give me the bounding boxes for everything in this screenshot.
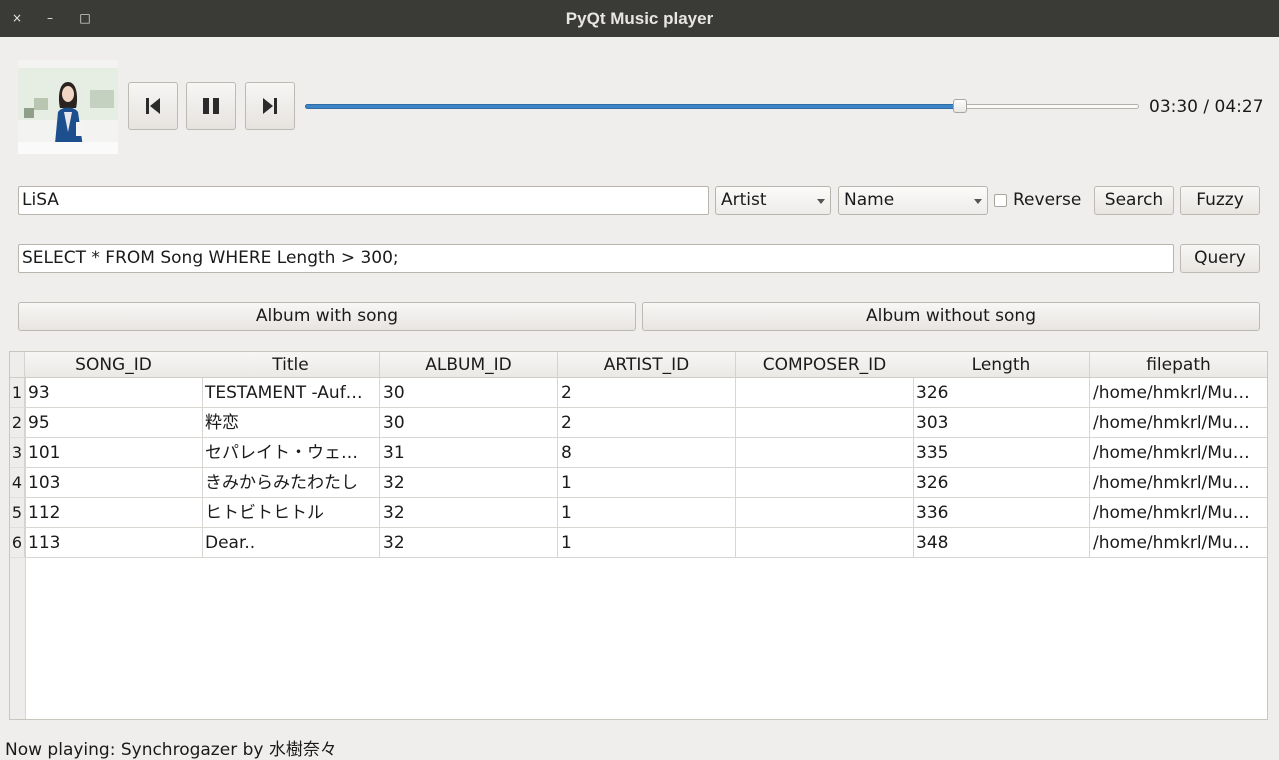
- table-cell[interactable]: 348: [913, 528, 1090, 558]
- skip-forward-icon: [263, 98, 277, 114]
- row-number[interactable]: 5: [10, 498, 25, 528]
- table-row[interactable]: 4 103 きみからみたわたし 32 1 326/home/hmkrl/Mu…: [10, 468, 1267, 498]
- table-cell[interactable]: [736, 438, 914, 468]
- table-cell[interactable]: 粋恋: [202, 408, 380, 438]
- sort-field-combo-value: Name: [844, 190, 895, 210]
- search-input[interactable]: LiSA: [18, 186, 709, 215]
- table-cell[interactable]: 32: [380, 498, 558, 528]
- chevron-down-icon: [974, 199, 982, 204]
- table-cell[interactable]: [736, 408, 914, 438]
- table-cell[interactable]: Dear..: [202, 528, 380, 558]
- table-cell[interactable]: /home/hmkrl/Mu…: [1090, 528, 1267, 558]
- album-without-song-button[interactable]: Album without song: [642, 302, 1260, 331]
- search-button[interactable]: Search: [1094, 186, 1174, 215]
- table-cell[interactable]: 103: [25, 468, 203, 498]
- table-cell[interactable]: ヒトビトヒトル: [202, 498, 380, 528]
- table-cell[interactable]: 303: [913, 408, 1090, 438]
- progress-handle[interactable]: [953, 99, 967, 113]
- table-cell[interactable]: [736, 378, 914, 408]
- album-cover-image: [18, 60, 118, 154]
- table-cell[interactable]: /home/hmkrl/Mu…: [1090, 408, 1267, 438]
- skip-back-icon: [146, 98, 160, 114]
- table-cell[interactable]: 335: [913, 438, 1090, 468]
- table-cell[interactable]: 101: [25, 438, 203, 468]
- column-header-filepath[interactable]: filepath: [1090, 352, 1267, 378]
- column-header-song-id[interactable]: SONG_ID: [25, 352, 203, 378]
- column-header-album-id[interactable]: ALBUM_ID: [380, 352, 558, 378]
- table-cell[interactable]: /home/hmkrl/Mu…: [1090, 438, 1267, 468]
- table-cell[interactable]: 31: [380, 438, 558, 468]
- pause-button[interactable]: [186, 82, 236, 130]
- sql-query-input[interactable]: SELECT * FROM Song WHERE Length > 300;: [18, 244, 1174, 273]
- row-number[interactable]: 6: [10, 528, 25, 558]
- pause-icon: [203, 98, 219, 114]
- table-cell[interactable]: セパレイト・ウェ…: [202, 438, 380, 468]
- table-cell[interactable]: /home/hmkrl/Mu…: [1090, 498, 1267, 528]
- title-bar: × – □ PyQt Music player: [0, 0, 1279, 37]
- row-number[interactable]: 2: [10, 408, 25, 438]
- column-header-composer-id[interactable]: COMPOSER_ID: [736, 352, 914, 378]
- table-row[interactable]: 2 95 粋恋 30 2 303/home/hmkrl/Mu…: [10, 408, 1267, 438]
- table-cell[interactable]: /home/hmkrl/Mu…: [1090, 468, 1267, 498]
- table-cell[interactable]: 1: [558, 528, 736, 558]
- chevron-down-icon: [817, 199, 825, 204]
- next-track-button[interactable]: [245, 82, 295, 130]
- window-title: PyQt Music player: [565, 9, 714, 28]
- main-window: 03:30 / 04:27 LiSA Artist Name Reverse S…: [0, 37, 1279, 760]
- table-cell[interactable]: 30: [380, 378, 558, 408]
- column-header-length[interactable]: Length: [913, 352, 1090, 378]
- table-cell[interactable]: [736, 498, 914, 528]
- table-cell[interactable]: 113: [25, 528, 203, 558]
- query-button[interactable]: Query: [1180, 244, 1260, 273]
- progress-fill: [305, 104, 960, 109]
- time-display: 03:30 / 04:27: [1149, 97, 1264, 117]
- table-corner[interactable]: [10, 352, 25, 378]
- search-field-combo-value: Artist: [721, 190, 767, 210]
- row-number[interactable]: 4: [10, 468, 25, 498]
- column-header-artist-id[interactable]: ARTIST_ID: [558, 352, 736, 378]
- table-cell[interactable]: 93: [25, 378, 203, 408]
- table-cell[interactable]: 2: [558, 408, 736, 438]
- table-row[interactable]: 3 101 セパレイト・ウェ… 31 8 335/home/hmkrl/Mu…: [10, 438, 1267, 468]
- previous-track-button[interactable]: [128, 82, 178, 130]
- table-row[interactable]: 5 112 ヒトビトヒトル 32 1 336/home/hmkrl/Mu…: [10, 498, 1267, 528]
- table-row[interactable]: 1 93 TESTAMENT -Auf… 30 2 326/home/hmkrl/Mu…: [10, 378, 1267, 408]
- table-cell[interactable]: 2: [558, 378, 736, 408]
- row-number[interactable]: 1: [10, 378, 25, 408]
- table-cell[interactable]: 8: [558, 438, 736, 468]
- reverse-checkbox[interactable]: [994, 194, 1007, 207]
- sort-field-combo[interactable]: Name: [838, 186, 988, 215]
- table-cell[interactable]: 326: [913, 468, 1090, 498]
- table-cell[interactable]: きみからみたわたし: [202, 468, 380, 498]
- table-cell[interactable]: TESTAMENT -Auf…: [202, 378, 380, 408]
- playback-progress-slider[interactable]: [305, 99, 1139, 113]
- fuzzy-button[interactable]: Fuzzy: [1180, 186, 1260, 215]
- table-cell[interactable]: 326: [913, 378, 1090, 408]
- table-cell[interactable]: [736, 528, 914, 558]
- table-cell[interactable]: /home/hmkrl/Mu…: [1090, 378, 1267, 408]
- table-row[interactable]: 6 113 Dear.. 32 1 348/home/hmkrl/Mu…: [10, 528, 1267, 558]
- table-cell[interactable]: 30: [380, 408, 558, 438]
- reverse-label[interactable]: Reverse: [1013, 190, 1081, 210]
- column-header-title[interactable]: Title: [202, 352, 380, 378]
- table-cell[interactable]: 1: [558, 468, 736, 498]
- album-with-song-button[interactable]: Album with song: [18, 302, 636, 331]
- search-field-combo[interactable]: Artist: [715, 186, 831, 215]
- table-cell[interactable]: 336: [913, 498, 1090, 528]
- table-cell[interactable]: [736, 468, 914, 498]
- table-cell[interactable]: 1: [558, 498, 736, 528]
- results-table[interactable]: SONG_ID Title ALBUM_ID ARTIST_ID COMPOSER_ID…: [9, 351, 1268, 720]
- table-cell[interactable]: 32: [380, 468, 558, 498]
- table-cell[interactable]: 32: [380, 528, 558, 558]
- table-cell[interactable]: 112: [25, 498, 203, 528]
- status-bar-text: Now playing: Synchrogazer by 水樹奈々: [5, 740, 337, 760]
- row-number[interactable]: 3: [10, 438, 25, 468]
- table-cell[interactable]: 95: [25, 408, 203, 438]
